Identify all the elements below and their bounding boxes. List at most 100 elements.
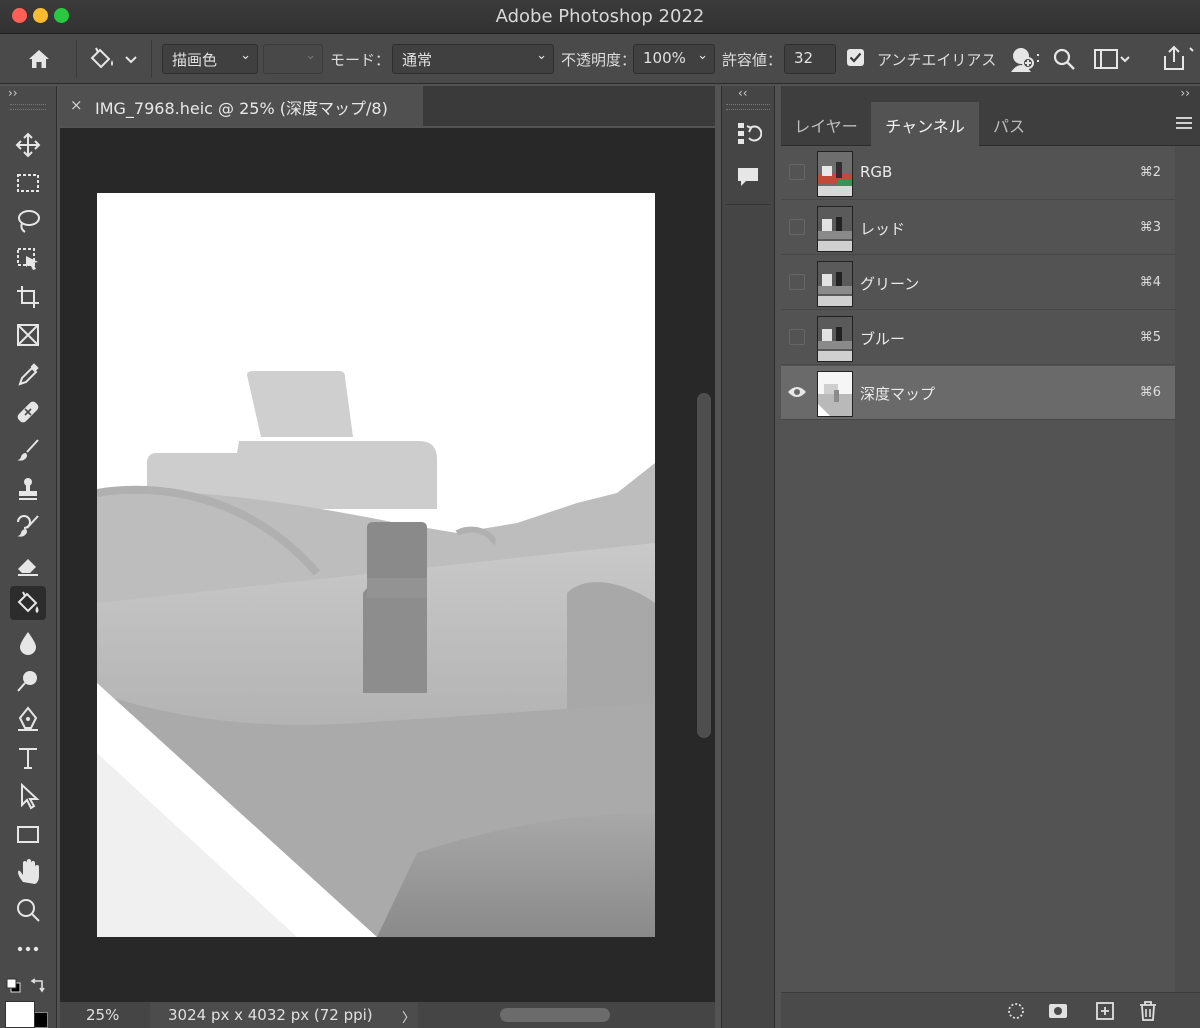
tab-paths[interactable]: パス <box>979 102 1039 146</box>
eraser-icon <box>18 559 38 576</box>
channel-row[interactable]: レッド ⌘3 <box>781 201 1175 255</box>
pattern-picker[interactable]: ⌄ <box>263 44 323 74</box>
opacity-field[interactable]: 100% ⌄ <box>633 44 715 74</box>
depth-map-image <box>97 193 655 937</box>
swap-colors-icon[interactable] <box>30 978 48 998</box>
blur-tool[interactable] <box>10 625 46 659</box>
new-channel-icon[interactable] <box>1095 1001 1115 1025</box>
share-icon[interactable] <box>1160 42 1198 76</box>
zoom-level[interactable]: 25% <box>86 1006 119 1024</box>
comments-panel-icon[interactable] <box>734 162 762 194</box>
channel-thumbnail <box>817 206 853 252</box>
close-tab-icon[interactable]: × <box>70 96 83 114</box>
channel-shortcut: ⌘5 <box>1139 330 1161 345</box>
stamp-tool[interactable] <box>10 471 46 505</box>
info-menu-arrow-icon[interactable]: 〉 <box>402 1007 415 1026</box>
marquee-tool[interactable] <box>10 166 46 200</box>
workspace-icon[interactable] <box>1092 42 1130 76</box>
channel-name: RGB <box>860 163 893 181</box>
title-bar: Adobe Photoshop 2022 <box>0 0 1200 34</box>
visibility-toggle[interactable] <box>789 219 805 235</box>
panel-scroll-track[interactable] <box>1175 146 1200 992</box>
type-tool[interactable] <box>10 741 46 775</box>
object-select-tool[interactable] <box>10 242 46 276</box>
tool-preset-picker[interactable] <box>86 42 140 76</box>
channel-thumbnail <box>817 316 853 362</box>
foreground-color-swatch[interactable] <box>5 1001 35 1028</box>
move-icon <box>15 132 41 158</box>
tab-layers[interactable]: レイヤー <box>781 102 871 146</box>
select-subject-icon[interactable] <box>1006 42 1046 76</box>
chevron-down-icon: ⌄ <box>536 48 547 63</box>
healing-tool[interactable] <box>10 395 46 429</box>
eye-icon[interactable] <box>787 383 807 405</box>
document-info: 3024 px x 4032 px (72 ppi) <box>168 1006 373 1024</box>
more-tools[interactable] <box>10 932 46 966</box>
zoom-tool[interactable] <box>10 893 46 927</box>
trash-icon[interactable] <box>1138 1000 1158 1026</box>
history-panel-icon[interactable] <box>734 120 763 152</box>
tab-channels[interactable]: チャンネル <box>871 102 979 146</box>
history-brush-tool[interactable] <box>10 509 46 543</box>
pen-icon <box>18 706 38 731</box>
frame-tool[interactable] <box>10 318 46 352</box>
tolerance-value: 32 <box>794 49 814 67</box>
checkmark-icon <box>849 52 862 63</box>
save-selection-icon[interactable] <box>1047 1001 1069 1025</box>
panel-tab-bar: レイヤー チャンネル パス <box>781 102 1200 146</box>
collapsed-panels-dock: ‹‹ <box>721 86 775 1028</box>
channel-name: 深度マップ <box>860 385 936 403</box>
load-selection-icon[interactable] <box>1006 1001 1026 1025</box>
horizontal-scrollbar-thumb[interactable] <box>500 1008 610 1022</box>
channel-row[interactable]: RGB ⌘2 <box>781 146 1175 200</box>
expand-toolbar-icon[interactable]: ›› <box>8 86 18 100</box>
zoom-icon <box>17 899 40 922</box>
rectangle-tool[interactable] <box>10 817 46 851</box>
rectangle-icon <box>17 826 39 843</box>
paint-bucket-tool[interactable] <box>10 586 46 620</box>
panel-menu-icon[interactable] <box>1176 116 1192 134</box>
channel-row[interactable]: ブルー ⌘5 <box>781 311 1175 365</box>
mode-value: 通常 <box>402 51 433 69</box>
document-tab-title: IMG_7968.heic @ 25% (深度マップ/8) <box>95 99 388 118</box>
antialias-checkbox[interactable] <box>847 49 864 66</box>
dodge-tool[interactable] <box>10 664 46 698</box>
document-canvas[interactable] <box>97 193 655 937</box>
search-icon[interactable] <box>1049 42 1079 76</box>
eyedropper-tool[interactable] <box>10 357 46 391</box>
default-colors-icon[interactable] <box>6 978 22 998</box>
document-tab[interactable]: × IMG_7968.heic @ 25% (深度マップ/8) <box>60 86 423 126</box>
channel-name: レッド <box>860 220 906 238</box>
collapse-panel-icon[interactable]: ›› <box>1180 86 1190 100</box>
fill-source-value: 描画色 <box>172 51 218 69</box>
tolerance-label: 許容値： <box>722 51 783 69</box>
hand-tool[interactable] <box>10 855 46 889</box>
channel-name: ブルー <box>860 330 906 348</box>
dock-grip[interactable] <box>726 104 770 110</box>
lasso-icon <box>18 210 40 233</box>
visibility-toggle[interactable] <box>789 329 805 345</box>
path-select-tool[interactable] <box>10 779 46 813</box>
collapse-dock-icon[interactable]: ‹‹ <box>738 86 748 100</box>
visibility-toggle[interactable] <box>789 274 805 290</box>
home-icon[interactable] <box>24 42 54 76</box>
channel-row[interactable]: グリーン ⌘4 <box>781 256 1175 310</box>
mode-select[interactable]: 通常 ⌄ <box>392 44 554 74</box>
move-tool[interactable] <box>10 128 46 162</box>
pen-tool[interactable] <box>10 702 46 736</box>
blur-icon <box>20 632 36 655</box>
lasso-tool[interactable] <box>10 204 46 238</box>
fill-source-select[interactable]: 描画色 ⌄ <box>162 44 258 74</box>
channel-row[interactable]: 深度マップ ⌘6 <box>781 366 1175 420</box>
brush-tool[interactable] <box>10 433 46 467</box>
eraser-tool[interactable] <box>10 548 46 582</box>
visibility-toggle[interactable] <box>789 164 805 180</box>
toolbar-grip[interactable] <box>10 104 46 110</box>
tolerance-field[interactable]: 32 <box>784 44 836 74</box>
crop-tool[interactable] <box>10 280 46 314</box>
channel-shortcut: ⌘2 <box>1139 165 1161 180</box>
marquee-icon <box>17 174 39 192</box>
opacity-label: 不透明度： <box>561 51 637 69</box>
vertical-scrollbar-thumb[interactable] <box>697 393 711 738</box>
panel-header: ›› <box>781 86 1200 102</box>
